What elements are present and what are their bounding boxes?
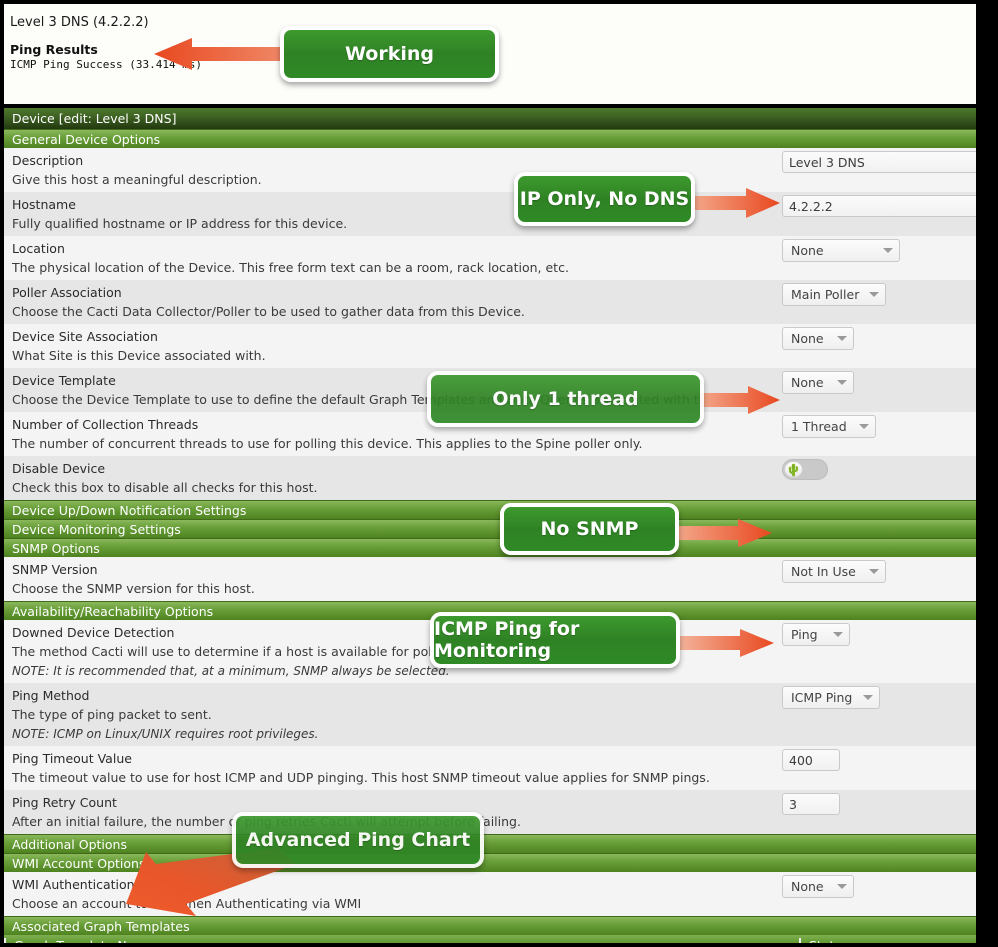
location-select[interactable]: None bbox=[782, 239, 900, 262]
annotation-arrow-ip-only bbox=[692, 185, 782, 221]
ping-method-select[interactable]: ICMP Ping bbox=[782, 686, 880, 709]
annotation-label-advanced-ping: Advanced Ping Chart bbox=[245, 829, 471, 851]
section-snmp-options: SNMP Options bbox=[4, 538, 976, 557]
downed-device-detection-select-value: Ping bbox=[791, 627, 818, 642]
chevron-down-icon bbox=[833, 632, 843, 637]
downed-device-detection-select[interactable]: Ping bbox=[782, 623, 850, 646]
field-label-device-site-association: Device Site Association bbox=[12, 329, 158, 344]
field-row-snmp-version: SNMP Version Choose the SNMP version for… bbox=[4, 557, 976, 601]
device-template-select[interactable]: None bbox=[782, 371, 854, 394]
field-desc-poller-association: Choose the Cacti Data Collector/Poller t… bbox=[12, 304, 525, 319]
annotation-callout-only-1-thread: Only 1 thread bbox=[427, 371, 704, 427]
chevron-down-icon bbox=[837, 884, 847, 889]
chevron-down-icon bbox=[863, 695, 873, 700]
form-title-bar: Device [edit: Level 3 DNS] bbox=[4, 108, 976, 129]
collection-threads-select[interactable]: 1 Thread bbox=[782, 415, 876, 438]
field-label-disable-device: Disable Device bbox=[12, 461, 106, 476]
annotation-callout-icmp-ping: ICMP Ping for Monitoring bbox=[430, 612, 680, 668]
field-desc-ping-method: The type of ping packet to sent. bbox=[12, 707, 212, 722]
annotation-callout-working: Working bbox=[280, 26, 499, 82]
chevron-down-icon bbox=[837, 380, 847, 385]
section-general-device-options: General Device Options bbox=[4, 129, 976, 148]
annotation-label-only-1-thread: Only 1 thread bbox=[492, 388, 639, 410]
screenshot-root: Level 3 DNS (4.2.2.2) Ping Results ICMP … bbox=[0, 0, 998, 947]
annotation-label-working: Working bbox=[345, 43, 434, 65]
device-template-select-value: None bbox=[791, 375, 824, 390]
field-label-snmp-version: SNMP Version bbox=[12, 562, 98, 577]
annotation-arrow-no-snmp bbox=[676, 516, 774, 550]
field-row-ping-method: Ping Method The type of ping packet to s… bbox=[4, 683, 976, 746]
wmi-auth-account-select-value: None bbox=[791, 879, 824, 894]
cactus-icon: 🌵 bbox=[786, 462, 801, 477]
annotation-label-no-snmp: No SNMP bbox=[540, 518, 639, 540]
field-row-location: Location The physical location of the De… bbox=[4, 236, 976, 280]
field-note-ping-method: NOTE: ICMP on Linux/UNIX requires root p… bbox=[12, 727, 319, 741]
location-select-value: None bbox=[791, 243, 824, 258]
ping-timeout-input[interactable] bbox=[782, 749, 840, 771]
field-label-ping-timeout: Ping Timeout Value bbox=[12, 751, 132, 766]
section-device-monitoring: Device Monitoring Settings bbox=[4, 519, 976, 538]
poller-association-select-value: Main Poller bbox=[791, 287, 860, 302]
field-desc-ping-timeout: The timeout value to use for host ICMP a… bbox=[12, 770, 710, 785]
field-row-device-site-association: Device Site Association What Site is thi… bbox=[4, 324, 976, 368]
field-row-ping-timeout: Ping Timeout Value The timeout value to … bbox=[4, 746, 976, 790]
field-label-poller-association: Poller Association bbox=[12, 285, 122, 300]
annotation-arrow-only-1-thread bbox=[700, 383, 782, 417]
toggle-knob: 🌵 bbox=[784, 461, 803, 478]
disable-device-toggle[interactable]: 🌵 bbox=[782, 459, 828, 480]
device-edit-form: Device [edit: Level 3 DNS] General Devic… bbox=[4, 108, 976, 943]
field-desc-collection-threads: The number of concurrent threads to use … bbox=[12, 436, 643, 451]
snmp-version-select[interactable]: Not In Use bbox=[782, 560, 886, 583]
chevron-down-icon bbox=[883, 248, 893, 253]
annotation-callout-advanced-ping: Advanced Ping Chart bbox=[232, 812, 484, 868]
annotation-arrow-icmp-ping bbox=[680, 626, 776, 660]
column-header-graph-template-name: Graph Template Name bbox=[4, 937, 799, 943]
field-label-ping-method: Ping Method bbox=[12, 688, 90, 703]
field-label-location: Location bbox=[12, 241, 65, 256]
field-desc-device-site-association: What Site is this Device associated with… bbox=[12, 348, 266, 363]
chevron-down-icon bbox=[859, 424, 869, 429]
hostname-input[interactable] bbox=[782, 195, 976, 217]
field-row-ping-retry-count: Ping Retry Count After an initial failur… bbox=[4, 790, 976, 834]
ping-method-select-value: ICMP Ping bbox=[791, 690, 853, 705]
wmi-auth-account-select[interactable]: None bbox=[782, 875, 854, 898]
annotation-label-icmp-ping: ICMP Ping for Monitoring bbox=[434, 618, 580, 662]
poller-association-select[interactable]: Main Poller bbox=[782, 283, 886, 306]
device-site-association-select[interactable]: None bbox=[782, 327, 854, 350]
annotation-arrow-working bbox=[150, 34, 290, 74]
field-row-poller-association: Poller Association Choose the Cacti Data… bbox=[4, 280, 976, 324]
field-row-hostname: Hostname Fully qualified hostname or IP … bbox=[4, 192, 976, 236]
chevron-down-icon bbox=[837, 336, 847, 341]
field-label-description: Description bbox=[12, 153, 84, 168]
field-desc-snmp-version: Choose the SNMP version for this host. bbox=[12, 581, 255, 596]
description-input[interactable] bbox=[782, 151, 976, 173]
ping-results-heading: Ping Results bbox=[10, 42, 98, 57]
snmp-version-select-value: Not In Use bbox=[791, 564, 856, 579]
field-row-description: Description Give this host a meaningful … bbox=[4, 148, 976, 192]
field-label-ping-retry-count: Ping Retry Count bbox=[12, 795, 117, 810]
column-header-status: Status bbox=[799, 937, 976, 943]
section-updown-notification: Device Up/Down Notification Settings bbox=[4, 500, 976, 519]
collection-threads-select-value: 1 Thread bbox=[791, 419, 847, 434]
device-site-association-select-value: None bbox=[791, 331, 824, 346]
device-title: Level 3 DNS (4.2.2.2) bbox=[10, 15, 149, 30]
field-row-disable-device: Disable Device Check this box to disable… bbox=[4, 456, 976, 500]
chevron-down-icon bbox=[869, 292, 880, 297]
annotation-label-ip-only-no-dns: IP Only, No DNS bbox=[519, 188, 690, 210]
annotation-callout-ip-only-no-dns: IP Only, No DNS bbox=[514, 172, 695, 226]
field-desc-disable-device: Check this box to disable all checks for… bbox=[12, 480, 318, 495]
ping-retry-count-input[interactable] bbox=[782, 793, 840, 815]
annotation-callout-no-snmp: No SNMP bbox=[500, 503, 679, 555]
graph-templates-table-header: Graph Template Name Status bbox=[4, 935, 976, 943]
field-desc-location: The physical location of the Device. Thi… bbox=[12, 260, 569, 275]
chevron-down-icon bbox=[869, 569, 879, 574]
